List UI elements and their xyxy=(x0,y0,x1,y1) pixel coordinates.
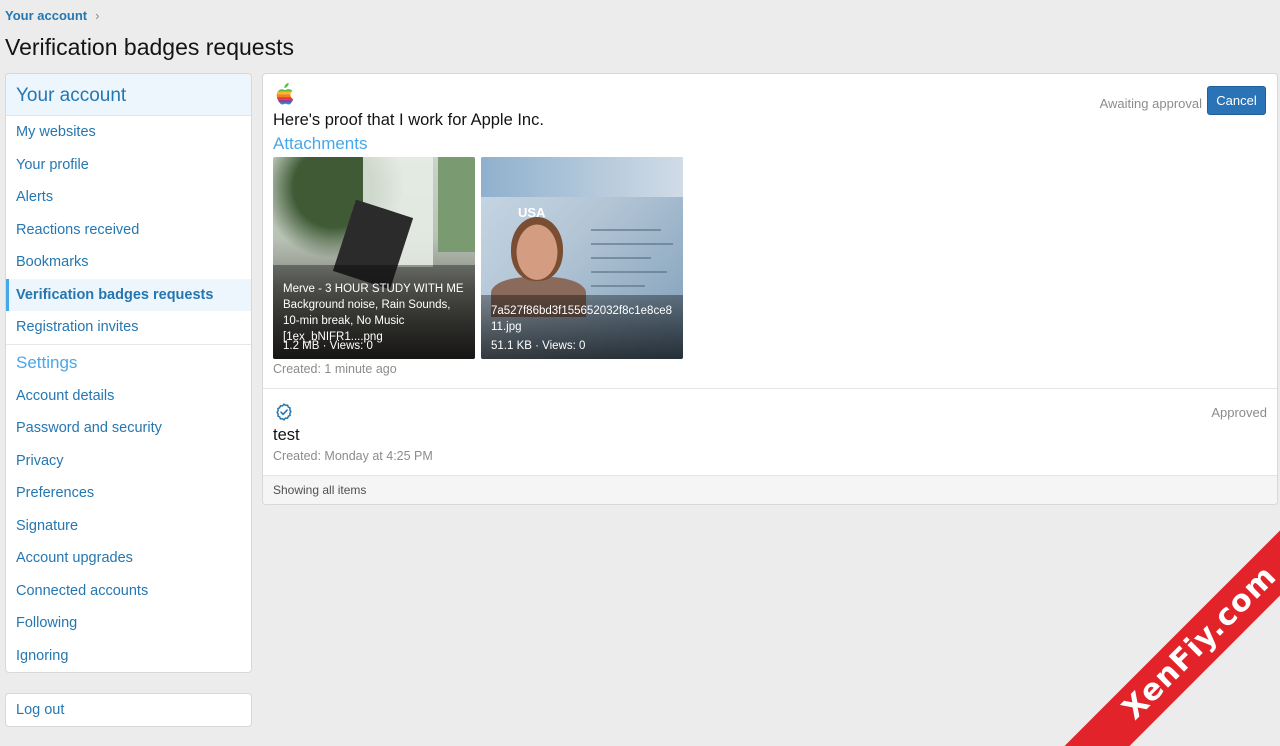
sidebar-item-password-and-security[interactable]: Password and security xyxy=(6,412,251,445)
sidebar-header: Your account xyxy=(6,74,251,116)
request-item: Approved test Created: Monday at 4:25 PM xyxy=(263,389,1277,477)
sidebar-item-reactions-received[interactable]: Reactions received xyxy=(6,214,251,247)
requests-panel: Awaiting approval Cancel Here's proof th… xyxy=(262,73,1278,505)
attachment-filename: Merve - 3 HOUR STUDY WITH ME Background … xyxy=(283,283,464,343)
image-detail xyxy=(438,157,475,252)
attachment-meta: 1.2 MB · Views: 0 xyxy=(283,340,373,352)
verified-check-icon xyxy=(276,403,292,421)
cancel-button[interactable]: Cancel xyxy=(1207,86,1266,115)
image-detail xyxy=(481,157,683,197)
sidebar-item-connected-accounts[interactable]: Connected accounts xyxy=(6,575,251,608)
list-footer: Showing all items xyxy=(263,475,1277,504)
sidebar-item-signature[interactable]: Signature xyxy=(6,510,251,543)
sidebar-item-verification-badges-requests[interactable]: Verification badges requests xyxy=(6,278,251,311)
sidebar-item-ignoring[interactable]: Ignoring xyxy=(6,640,251,673)
attachment-filename: 7a527f86bd3f155652032f8c1e8ce811.jpg xyxy=(491,305,672,333)
attachment-overlay: 7a527f86bd3f155652032f8c1e8ce811.jpg 51.… xyxy=(481,295,683,359)
chevron-right-icon: › xyxy=(95,8,100,23)
status-approved: Approved xyxy=(1211,405,1267,420)
sidebar-item-alerts[interactable]: Alerts xyxy=(6,181,251,214)
sidebar-item-bookmarks[interactable]: Bookmarks xyxy=(6,246,251,279)
attachment-thumbnail[interactable]: Merve - 3 HOUR STUDY WITH ME Background … xyxy=(273,157,475,359)
apple-logo-icon xyxy=(276,83,294,105)
sidebar-item-your-profile[interactable]: Your profile xyxy=(6,149,251,182)
breadcrumb-link-your-account[interactable]: Your account xyxy=(5,8,87,23)
attachment-meta: 51.1 KB · Views: 0 xyxy=(491,340,586,352)
attachment-overlay: Merve - 3 HOUR STUDY WITH ME Background … xyxy=(273,265,475,359)
image-detail xyxy=(591,257,651,259)
attachment-thumbnail[interactable]: USA 7a527f86bd3f155652032f8c1e8ce811.jpg… xyxy=(481,157,683,359)
watermark-ribbon: XenFiy.com xyxy=(1063,506,1280,746)
attachments-heading: Attachments xyxy=(273,134,368,153)
sidebar-item-following[interactable]: Following xyxy=(6,607,251,640)
sidebar-item-account-details[interactable]: Account details xyxy=(6,380,251,413)
image-detail xyxy=(591,285,645,287)
page-title: Verification badges requests xyxy=(5,34,294,60)
breadcrumb: Your account › xyxy=(5,8,99,23)
created-timestamp: Created: Monday at 4:25 PM xyxy=(273,449,433,463)
status-awaiting-approval: Awaiting approval xyxy=(1099,96,1202,111)
created-timestamp: Created: 1 minute ago xyxy=(273,362,397,376)
account-sidebar: Your account My websites Your profile Al… xyxy=(5,73,252,673)
request-message: Here's proof that I work for Apple Inc. xyxy=(273,111,544,129)
image-detail xyxy=(591,243,673,245)
sidebar-item-account-upgrades[interactable]: Account upgrades xyxy=(6,542,251,575)
request-message: test xyxy=(273,426,300,444)
request-item: Awaiting approval Cancel Here's proof th… xyxy=(263,74,1277,389)
sidebar-item-privacy[interactable]: Privacy xyxy=(6,445,251,478)
image-detail xyxy=(511,217,563,281)
image-detail xyxy=(591,271,667,273)
image-detail xyxy=(591,229,661,231)
sidebar-item-registration-invites[interactable]: Registration invites xyxy=(6,311,251,344)
sidebar-item-preferences[interactable]: Preferences xyxy=(6,477,251,510)
logout-link[interactable]: Log out xyxy=(5,693,252,727)
sidebar-item-my-websites[interactable]: My websites xyxy=(6,116,251,149)
sidebar-section-settings: Settings xyxy=(6,343,251,380)
